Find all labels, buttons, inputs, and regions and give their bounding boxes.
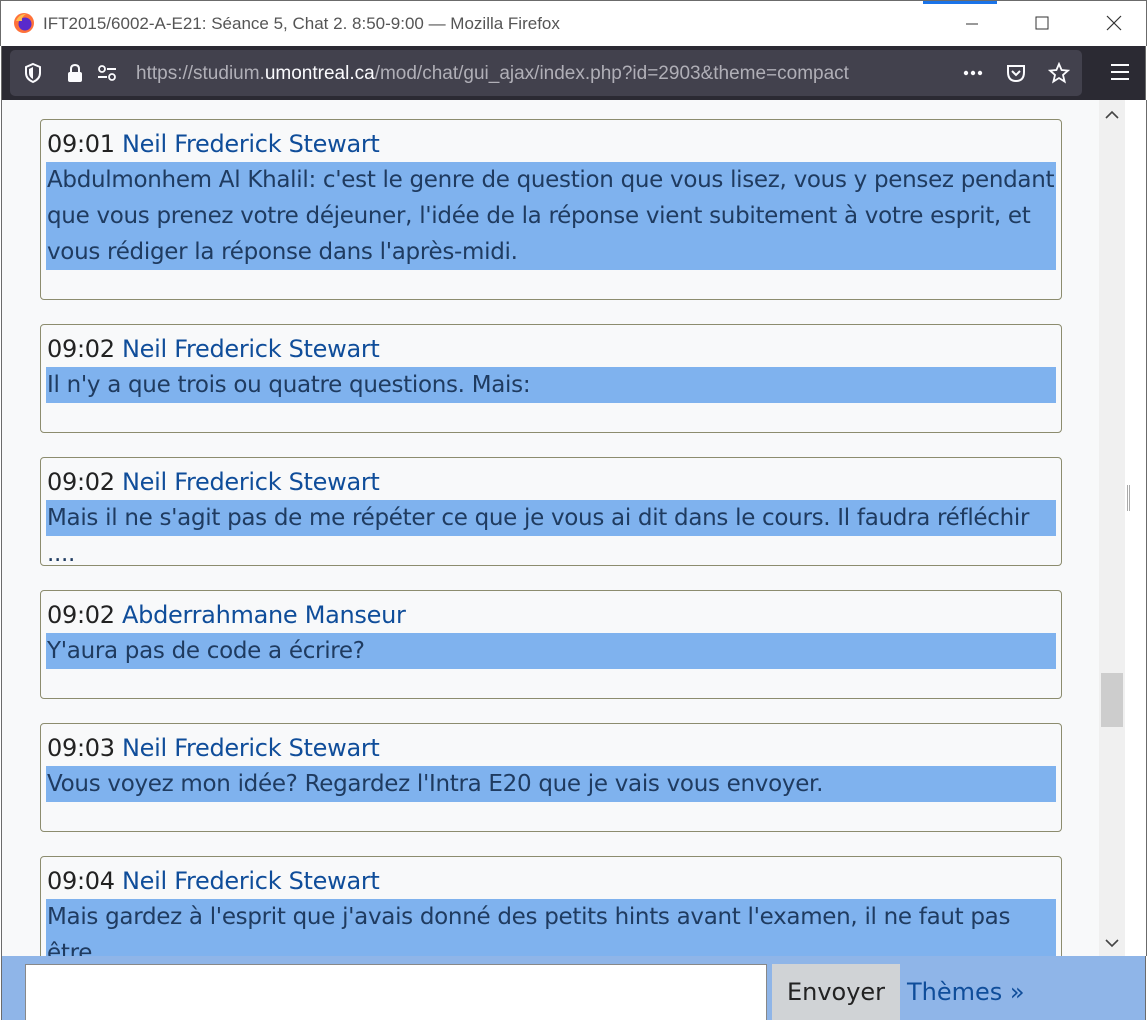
message-time: 09:03 xyxy=(47,734,115,762)
message-author[interactable]: Neil Frederick Stewart xyxy=(122,734,380,762)
titlebar-accent xyxy=(923,1,997,4)
themes-link[interactable]: Thèmes » xyxy=(907,978,1025,1006)
browser-toolbar: https://studium.umontreal.ca/mod/chat/gu… xyxy=(1,46,1146,100)
chat-messages[interactable]: 09:01 Neil Frederick Stewart Abdulmonhem… xyxy=(1,100,1099,956)
chat-message: 09:04 Neil Frederick Stewart Mais gardez… xyxy=(40,856,1062,956)
message-time: 09:04 xyxy=(47,867,115,895)
chat-message: 09:01 Neil Frederick Stewart Abdulmonhem… xyxy=(40,119,1062,300)
minimize-icon[interactable] xyxy=(949,9,995,39)
message-header: 09:03 Neil Frederick Stewart xyxy=(47,734,380,762)
resize-grip[interactable] xyxy=(1127,485,1130,511)
message-header: 09:02 Abderrahmane Manseur xyxy=(47,601,406,629)
window-edge xyxy=(1125,100,1147,956)
url-path: /mod/chat/gui_ajax/index.php?id=2903&the… xyxy=(374,63,849,84)
message-text: Y'aura pas de code a écrire? xyxy=(46,633,1056,669)
message-author[interactable]: Neil Frederick Stewart xyxy=(122,468,380,496)
shield-icon[interactable] xyxy=(22,62,44,84)
message-text: Vous voyez mon idée? Regardez l'Intra E2… xyxy=(46,766,1056,802)
message-text: Mais il ne s'agit pas de me répéter ce q… xyxy=(46,500,1056,567)
chat-message: 09:03 Neil Frederick Stewart Vous voyez … xyxy=(40,723,1062,832)
firefox-icon xyxy=(14,13,34,33)
message-header: 09:02 Neil Frederick Stewart xyxy=(47,335,380,363)
message-author[interactable]: Neil Frederick Stewart xyxy=(122,335,380,363)
chat-input-bar: Envoyer Thèmes » xyxy=(1,956,1146,1020)
maximize-icon[interactable] xyxy=(1019,9,1065,39)
message-text: Il n'y a que trois ou quatre questions. … xyxy=(46,367,1056,403)
vertical-scrollbar[interactable] xyxy=(1099,100,1125,956)
star-icon[interactable] xyxy=(1048,62,1070,84)
window-title: IFT2015/6002-A-E21: Séance 5, Chat 2. 8:… xyxy=(43,14,560,33)
send-button[interactable]: Envoyer xyxy=(772,964,900,1020)
message-time: 09:02 xyxy=(47,468,115,496)
scroll-up-icon[interactable] xyxy=(1099,104,1125,126)
message-input[interactable] xyxy=(25,964,767,1020)
message-header: 09:04 Neil Frederick Stewart xyxy=(47,867,380,895)
more-icon[interactable] xyxy=(962,62,984,84)
chat-message: 09:02 Abderrahmane Manseur Y'aura pas de… xyxy=(40,590,1062,699)
message-text: Abdulmonhem Al Khalil: c'est le genre de… xyxy=(46,162,1056,270)
scroll-down-icon[interactable] xyxy=(1099,932,1125,954)
lock-icon[interactable] xyxy=(64,62,86,84)
hamburger-icon[interactable] xyxy=(1108,60,1132,84)
window-titlebar: IFT2015/6002-A-E21: Séance 5, Chat 2. 8:… xyxy=(0,0,1147,46)
message-time: 09:02 xyxy=(47,335,115,363)
pocket-icon[interactable] xyxy=(1005,62,1027,84)
message-time: 09:01 xyxy=(47,130,115,158)
scrollbar-thumb[interactable] xyxy=(1101,673,1123,727)
message-author[interactable]: Neil Frederick Stewart xyxy=(122,130,380,158)
message-time: 09:02 xyxy=(47,601,115,629)
message-header: 09:02 Neil Frederick Stewart xyxy=(47,468,380,496)
message-author[interactable]: Neil Frederick Stewart xyxy=(122,867,380,895)
chat-message: 09:02 Neil Frederick Stewart Il n'y a qu… xyxy=(40,324,1062,433)
message-header: 09:01 Neil Frederick Stewart xyxy=(47,130,380,158)
url-bar[interactable]: https://studium.umontreal.ca/mod/chat/gu… xyxy=(10,50,1082,96)
close-icon[interactable] xyxy=(1091,9,1137,39)
message-author[interactable]: Abderrahmane Manseur xyxy=(122,601,406,629)
url-prefix: https://studium. xyxy=(136,63,265,84)
permissions-icon[interactable] xyxy=(96,62,118,84)
message-text: Mais gardez à l'esprit que j'avais donné… xyxy=(46,899,1056,956)
url-domain: umontreal.ca xyxy=(264,63,375,84)
chat-message: 09:02 Neil Frederick Stewart Mais il ne … xyxy=(40,457,1062,567)
url-text[interactable]: https://studium.umontreal.ca/mod/chat/gu… xyxy=(136,63,849,85)
